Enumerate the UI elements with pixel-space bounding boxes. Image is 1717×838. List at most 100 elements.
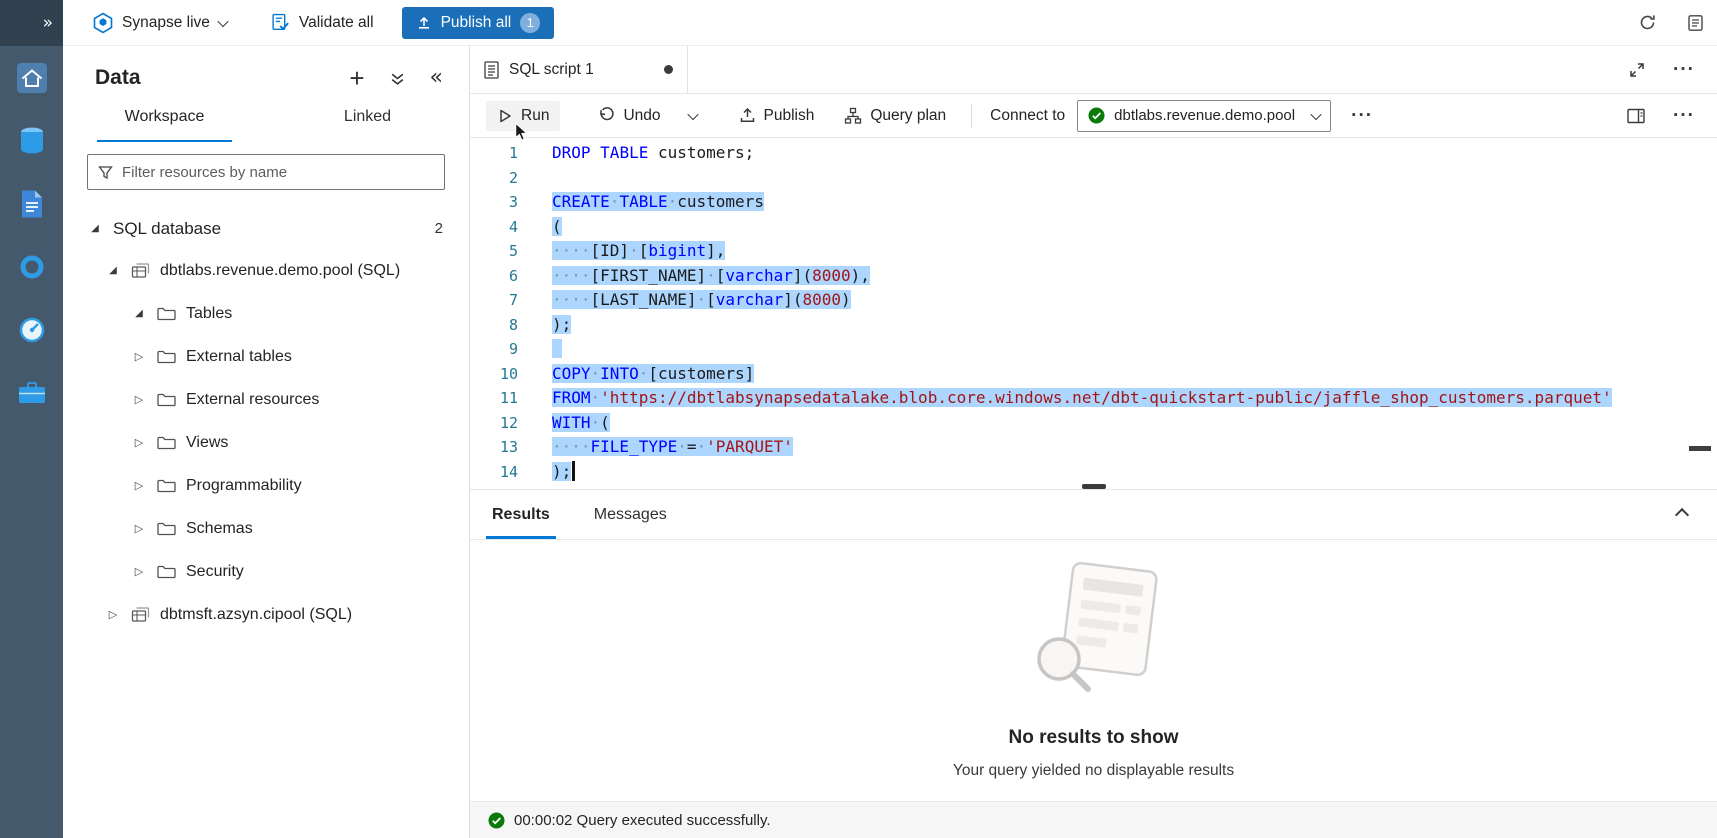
line-number: 7 [470,288,518,313]
tab-messages[interactable]: Messages [588,490,673,539]
more-icon[interactable]: ··· [1673,60,1695,79]
tree-item-external-tables[interactable]: ▷External tables [63,335,469,378]
tree-item-sql-database[interactable]: ◢SQL database2 [63,208,469,249]
line-number: 11 [470,386,518,411]
pool-icon [131,606,150,623]
code-line-2[interactable] [552,166,1612,191]
tree-item-views[interactable]: ▷Views [63,421,469,464]
undo-label: Undo [623,107,660,125]
rail-item-home[interactable] [14,60,50,96]
code-line-6[interactable]: ····[FIRST_NAME]·[varchar](8000), [552,264,1612,289]
home-icon [17,63,47,93]
expand-twisty-icon[interactable]: ▷ [131,393,147,406]
resource-tree: ◢SQL database2◢dbtlabs.revenue.demo.pool… [63,200,469,636]
expand-twisty-icon[interactable]: ▷ [105,608,121,621]
code-line-10[interactable]: COPY·INTO·[customers] [552,362,1612,387]
tree-item-dbtmsft-azsyn-cipool-sql[interactable]: ▷dbtmsft.azsyn.cipool (SQL) [63,593,469,636]
code-line-9[interactable] [552,337,1612,362]
expand-twisty-icon[interactable]: ▷ [131,479,147,492]
run-button[interactable]: Run [486,101,560,131]
tab-linked[interactable]: Linked [266,96,469,142]
rail-expander-button[interactable]: » [0,0,63,46]
rail-item-data[interactable] [14,123,50,159]
publish-button[interactable]: Publish [728,101,826,131]
editor-scrollbar-mark[interactable] [1689,446,1711,451]
synapse-hexagon-icon [93,12,113,34]
synapse-live-selector[interactable]: Synapse live [93,12,227,34]
tab-strip-actions: ··· [1629,46,1717,93]
tree-item-dbtlabs-revenue-demo-pool-sql[interactable]: ◢dbtlabs.revenue.demo.pool (SQL) [63,249,469,292]
folder-icon [157,349,176,365]
properties-panel-icon[interactable] [1627,108,1645,124]
code-line-text: ····[LAST_NAME]·[varchar](8000) [552,290,851,309]
tab-results[interactable]: Results [486,490,556,539]
mode-label: Synapse live [122,14,210,32]
code-line-3[interactable]: CREATE·TABLE·customers [552,190,1612,215]
line-number: 8 [470,313,518,338]
expand-twisty-icon[interactable]: ▷ [131,522,147,535]
tree-item-label: Security [186,563,244,581]
empty-state-title: No results to show [1009,727,1179,749]
add-resource-icon[interactable]: + [349,69,364,87]
query-plan-button[interactable]: Query plan [833,101,957,131]
tab-messages-label: Messages [594,506,667,524]
code-line-text: WITH·( [552,413,610,432]
tab-workspace[interactable]: Workspace [63,96,266,142]
collapse-results-button[interactable] [1677,490,1717,539]
code-line-1[interactable]: DROP TABLE customers; [552,141,1612,166]
more-icon[interactable]: ··· [1673,106,1695,125]
expand-twisty-icon[interactable]: ▷ [131,565,147,578]
line-number: 6 [470,264,518,289]
undo-button[interactable]: Undo [586,101,671,131]
collapse-twisty-icon[interactable]: ◢ [105,265,121,276]
collapse-twisty-icon[interactable]: ◢ [87,223,103,234]
tree-item-schemas[interactable]: ▷Schemas [63,507,469,550]
validate-all-label: Validate all [299,14,374,32]
tab-sql-script-1[interactable]: SQL script 1 [470,46,688,93]
rail-item-manage[interactable] [14,375,50,411]
rail-item-integrate[interactable] [14,249,50,285]
expand-editor-icon[interactable] [1629,62,1645,78]
publish-all-button[interactable]: Publish all 1 [402,7,555,39]
rail-item-monitor[interactable] [14,312,50,348]
folder-icon [157,392,176,408]
collapse-panel-icon[interactable]: « [430,69,443,87]
code-editor[interactable]: 1234567891011121314 DROP TABLE customers… [470,138,1717,490]
refresh-icon[interactable] [1638,13,1657,32]
filter-input[interactable] [122,164,434,181]
collapse-twisty-icon[interactable]: ◢ [131,308,147,319]
code-line-8[interactable]: ); [552,313,1612,338]
folder-icon [157,306,176,322]
filter-funnel-icon [98,165,113,180]
code-line-4[interactable]: ( [552,215,1612,240]
expand-twisty-icon[interactable]: ▷ [131,436,147,449]
connect-to-dropdown[interactable]: dbtlabs.revenue.demo.pool [1077,100,1331,132]
pane-resize-handle[interactable] [1082,484,1106,489]
validate-all-button[interactable]: Validate all [271,13,374,32]
code-line-14[interactable]: ); [552,460,1612,485]
top-bar: Synapse live Validate all Publish all 1 [63,0,1717,46]
publish-count-badge: 1 [520,13,540,33]
more-icon[interactable]: ··· [1351,106,1373,125]
editor-toolbar: Run Undo Publish Query p [470,94,1717,138]
code-line-text: COPY·INTO·[customers] [552,364,754,383]
tree-item-security[interactable]: ▷ Security [63,550,469,593]
code-line-5[interactable]: ····[ID]·[bigint], [552,239,1612,264]
rail-item-develop[interactable] [14,186,50,222]
tree-item-external-resources[interactable]: ▷External resources [63,378,469,421]
code-line-11[interactable]: FROM·'https://dbtlabsynapsedatalake.blob… [552,386,1612,411]
tree-item-tables[interactable]: ◢Tables [63,292,469,335]
code-line-12[interactable]: WITH·( [552,411,1612,436]
code-line-7[interactable]: ····[LAST_NAME]·[varchar](8000) [552,288,1612,313]
query-plan-icon [844,107,862,125]
chevron-down-icon [1310,108,1321,119]
tab-results-label: Results [492,506,550,524]
tree-item-programmability[interactable]: ▷Programmability [63,464,469,507]
activity-log-icon[interactable] [1687,14,1705,32]
expand-twisty-icon[interactable]: ▷ [131,350,147,363]
code-line-text: CREATE·TABLE·customers [552,192,764,211]
undo-dropdown-button[interactable] [678,106,708,126]
code-lines[interactable]: DROP TABLE customers; CREATE·TABLE·custom… [552,138,1612,489]
collapse-all-icon[interactable] [390,71,405,86]
code-line-13[interactable]: ····FILE_TYPE·=·'PARQUET' [552,435,1612,460]
